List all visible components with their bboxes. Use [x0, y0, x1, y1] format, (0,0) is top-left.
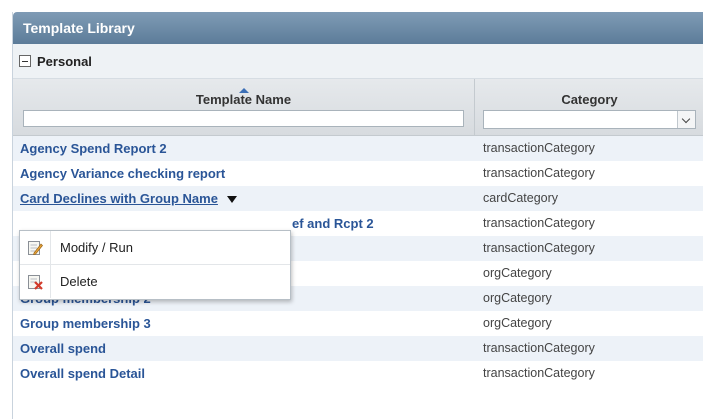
category-cell: orgCategory	[483, 291, 552, 305]
menu-item-delete[interactable]: Delete	[20, 264, 290, 298]
column-category-label: Category	[561, 92, 618, 107]
table-header: Template Name Category	[13, 79, 703, 136]
table-row[interactable]: Group membership 3 orgCategory	[13, 311, 703, 336]
group-label: Personal	[37, 53, 92, 69]
category-cell: transactionCategory	[483, 341, 595, 355]
template-name-link[interactable]: Agency Variance checking report	[13, 161, 475, 186]
table-row[interactable]: Card Declines with Group Name cardCatego…	[13, 186, 703, 211]
template-library-panel: Template Library Personal Template Name …	[12, 12, 703, 419]
category-cell: orgCategory	[483, 266, 552, 280]
category-cell: transactionCategory	[483, 216, 595, 230]
column-category[interactable]: Category	[475, 79, 703, 135]
panel-title: Template Library	[13, 12, 703, 44]
group-header-personal[interactable]: Personal	[13, 44, 703, 79]
menu-item-label: Modify / Run	[60, 240, 133, 255]
table-row[interactable]: Overall spend transactionCategory	[13, 336, 703, 361]
menu-caret-icon[interactable]	[226, 196, 237, 204]
row-context-menu: Modify / Run Delete	[19, 230, 291, 300]
delete-icon	[20, 265, 51, 298]
category-cell: transactionCategory	[483, 166, 595, 180]
category-cell: transactionCategory	[483, 141, 595, 155]
template-name-link[interactable]: Agency Spend Report 2	[13, 136, 475, 161]
edit-icon	[20, 231, 51, 264]
template-name-link[interactable]: Group membership 3	[13, 311, 475, 336]
menu-item-label: Delete	[60, 274, 98, 289]
table-row[interactable]: Agency Variance checking report transact…	[13, 161, 703, 186]
table-row[interactable]: Overall spend Detail transactionCategory	[13, 361, 703, 386]
column-template-name[interactable]: Template Name	[13, 79, 475, 135]
menu-item-modify-run[interactable]: Modify / Run	[20, 231, 290, 264]
column-template-name-label: Template Name	[195, 92, 292, 107]
template-name-text[interactable]: ef and Rcpt 2	[292, 216, 374, 231]
template-name-filter-input[interactable]	[23, 110, 464, 127]
template-name-link-hovered[interactable]: Card Declines with Group Name	[13, 186, 475, 211]
category-cell: orgCategory	[483, 316, 552, 330]
category-cell: cardCategory	[483, 191, 559, 205]
chevron-down-icon[interactable]	[677, 111, 695, 128]
table-row[interactable]: Agency Spend Report 2 transactionCategor…	[13, 136, 703, 161]
category-cell: transactionCategory	[483, 366, 595, 380]
template-name-link[interactable]: Overall spend	[13, 336, 475, 361]
category-cell: transactionCategory	[483, 241, 595, 255]
template-name-link[interactable]: Overall spend Detail	[13, 361, 475, 386]
category-filter-select[interactable]	[483, 110, 696, 129]
template-name-text[interactable]: Card Declines with Group Name	[20, 191, 218, 206]
collapse-icon[interactable]	[19, 55, 31, 67]
